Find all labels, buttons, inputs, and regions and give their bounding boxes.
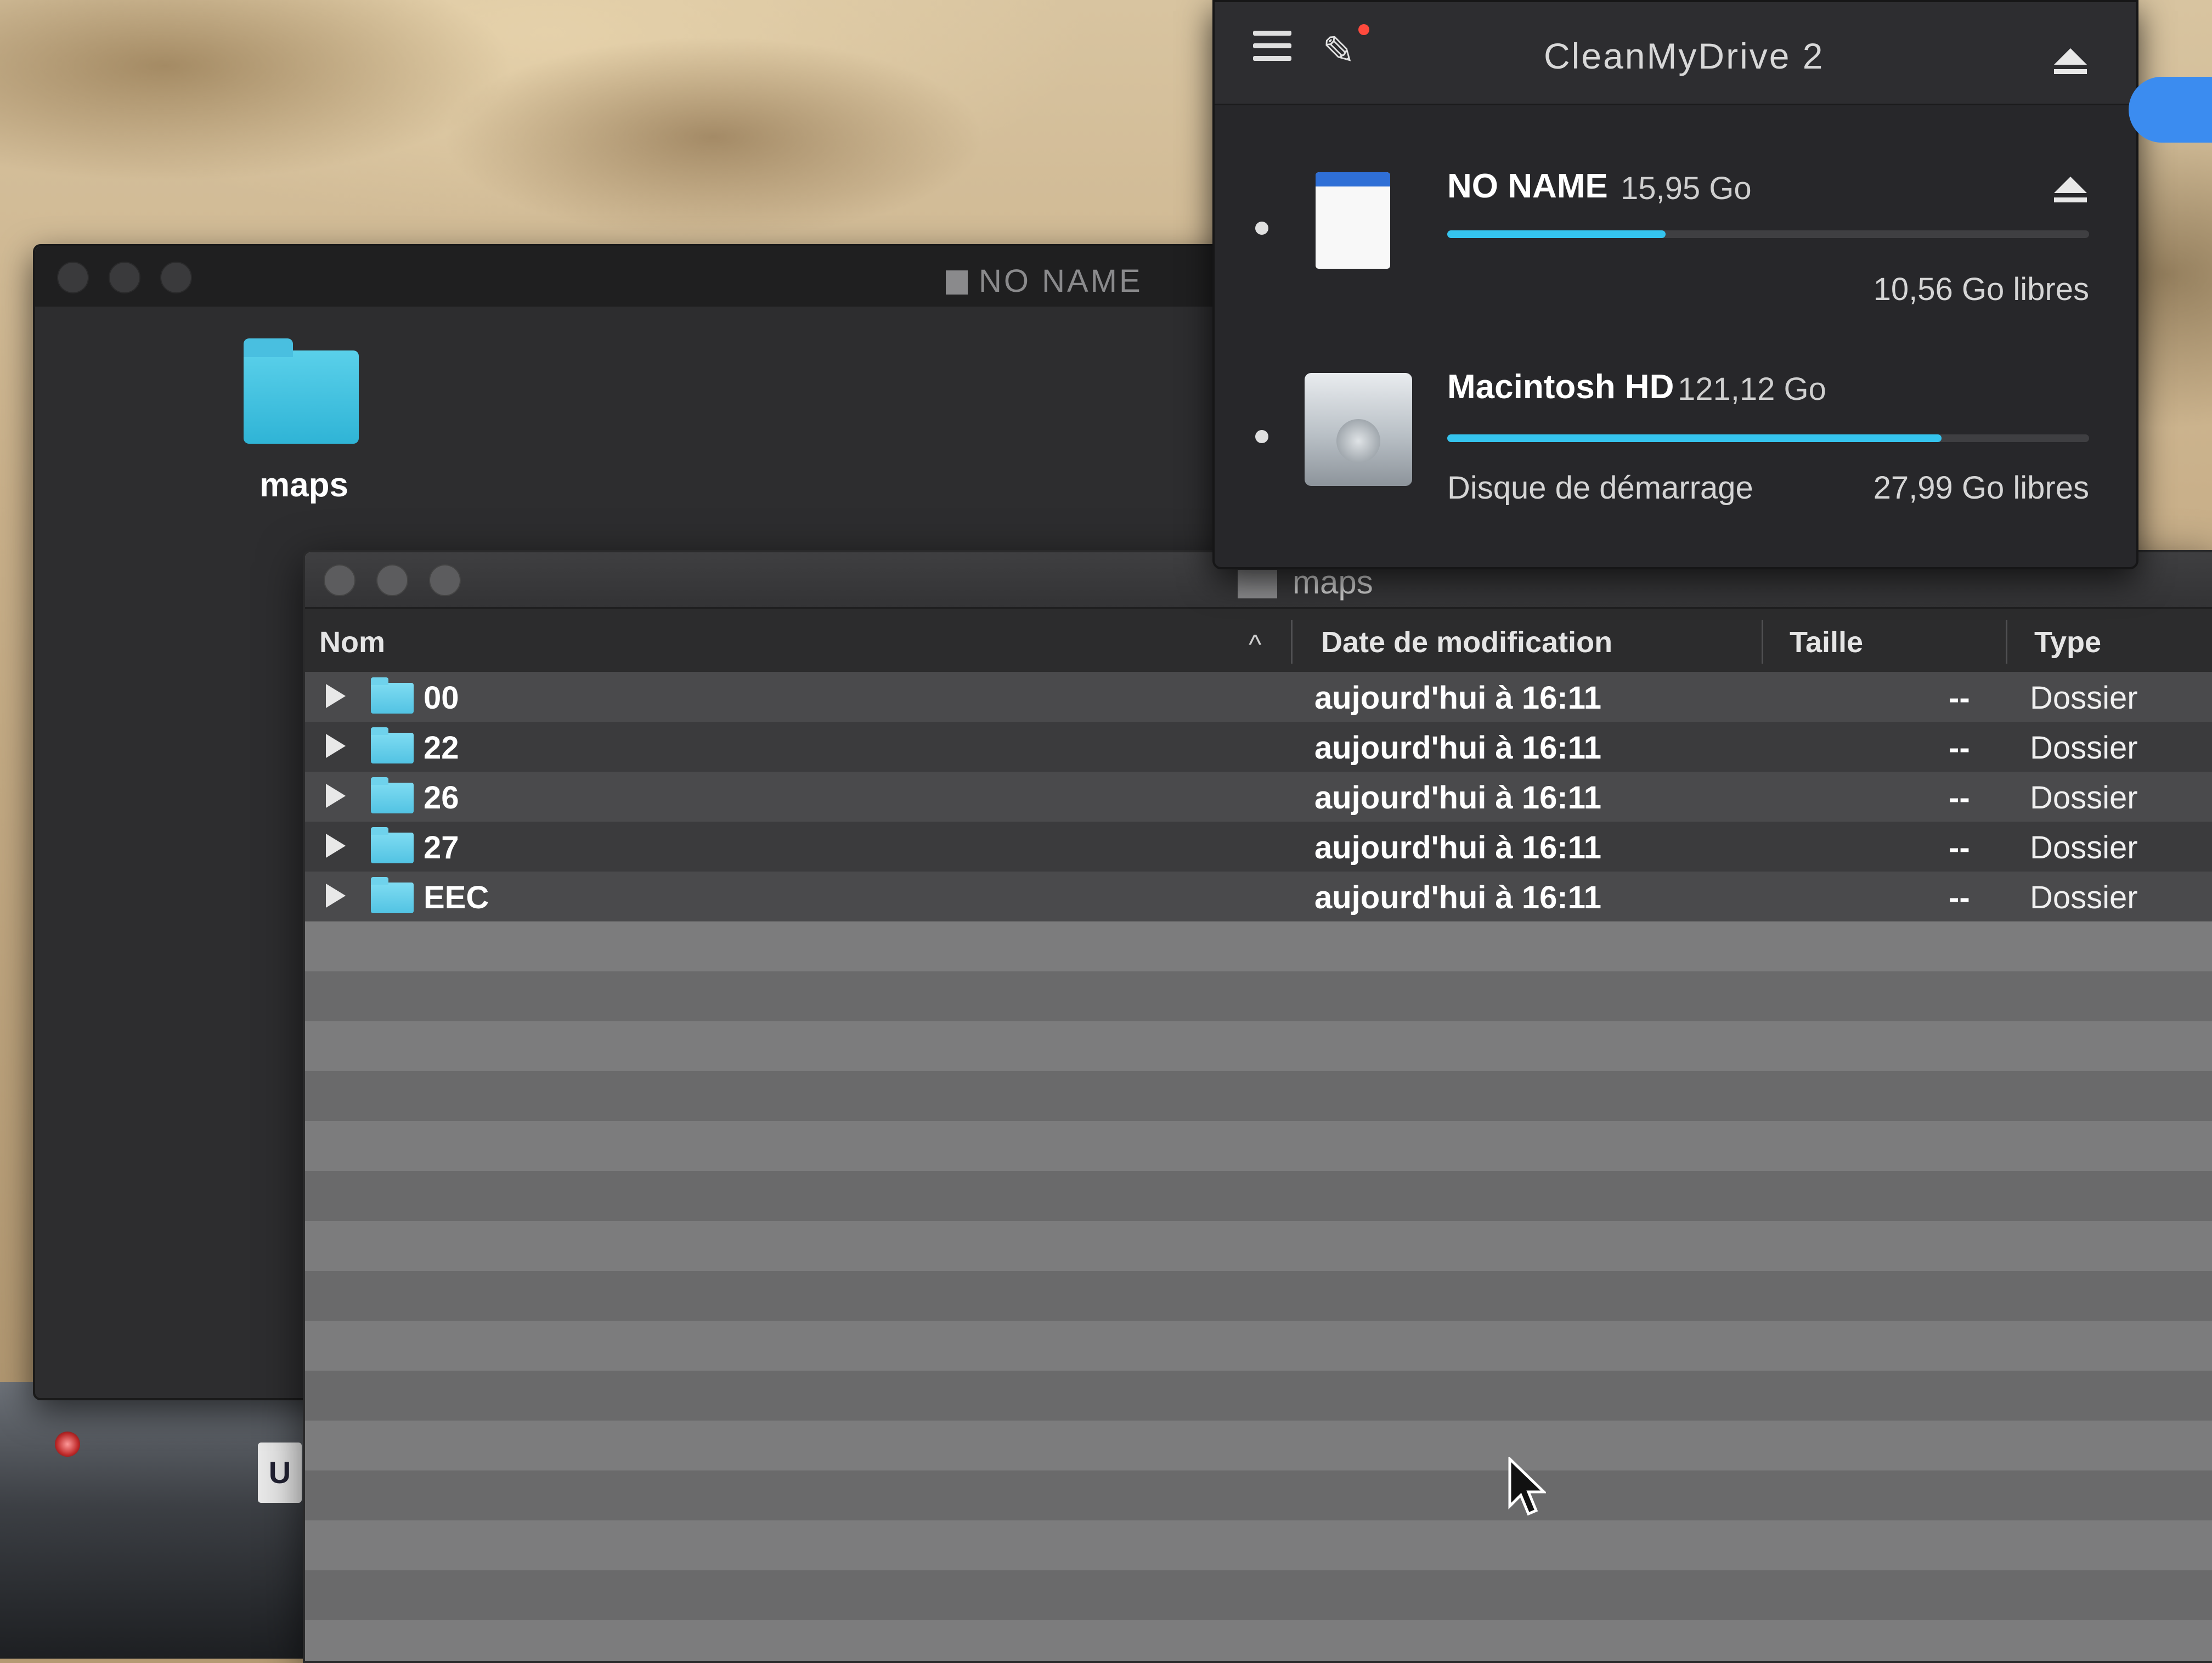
broom-icon[interactable]: ✎ xyxy=(1322,27,1355,73)
row-date: aujourd'hui à 16:11 xyxy=(1314,830,1602,866)
folder-label: maps xyxy=(259,466,348,504)
close-button[interactable] xyxy=(324,564,356,596)
row-name: 00 xyxy=(424,680,459,716)
close-button[interactable] xyxy=(57,262,89,293)
row-size: -- xyxy=(1949,880,1970,915)
photo-background xyxy=(0,1382,307,1659)
plate-label: U xyxy=(258,1443,302,1503)
folder-icon xyxy=(371,677,414,714)
folder-icon xyxy=(371,777,414,813)
column-header: Nom ^ Date de modification Taille Type xyxy=(305,609,2212,674)
folder-icon xyxy=(1238,570,1277,598)
table-row[interactable]: 00 aujourd'hui à 16:11 -- Dossier xyxy=(305,672,2212,722)
empty-list-area[interactable] xyxy=(305,921,2212,1661)
row-name: 26 xyxy=(424,780,459,816)
usage-bar xyxy=(1447,230,2089,238)
column-divider[interactable] xyxy=(2006,620,2007,664)
popover-header: ✎ CleanMyDrive 2 xyxy=(1215,2,2136,105)
drive-item-no-name[interactable]: NO NAME 15,95 Go 10,56 Go libres xyxy=(1215,123,2136,320)
column-header-date[interactable]: Date de modification xyxy=(1321,625,1612,659)
sd-card-icon xyxy=(1316,172,1390,269)
file-list: 00 aujourd'hui à 16:11 -- Dossier 22 auj… xyxy=(305,672,2212,921)
column-header-type[interactable]: Type xyxy=(2034,625,2101,659)
row-size: -- xyxy=(1949,830,1970,866)
drive-name: NO NAME xyxy=(1447,167,1608,205)
table-row[interactable]: 22 aujourd'hui à 16:11 -- Dossier xyxy=(305,722,2212,772)
status-dot xyxy=(1255,222,1268,235)
drive-capacity: 15,95 Go xyxy=(1621,171,1752,206)
free-space: 27,99 Go libres xyxy=(1873,470,2089,506)
disclosure-triangle-icon[interactable] xyxy=(326,684,346,708)
finder-window-maps[interactable]: maps Nom ^ Date de modification Taille T… xyxy=(303,550,2212,1663)
folder-item-maps[interactable]: maps xyxy=(205,334,370,510)
row-date: aujourd'hui à 16:11 xyxy=(1314,880,1602,915)
row-type: Dossier xyxy=(2030,780,2138,816)
cleanmydrive-popover: ✎ CleanMyDrive 2 NO NAME 15,95 Go 10,56 … xyxy=(1212,0,2138,569)
row-date: aujourd'hui à 16:11 xyxy=(1314,680,1602,716)
row-type: Dossier xyxy=(2030,730,2138,766)
folder-icon xyxy=(371,877,414,913)
drive-name: Macintosh HD xyxy=(1447,368,1674,406)
table-row[interactable]: 26 aujourd'hui à 16:11 -- Dossier xyxy=(305,772,2212,822)
zoom-button[interactable] xyxy=(429,564,461,596)
mouse-pointer-icon xyxy=(1508,1457,1546,1516)
row-type: Dossier xyxy=(2030,880,2138,915)
table-row[interactable]: 27 aujourd'hui à 16:11 -- Dossier xyxy=(305,822,2212,872)
drive-icon xyxy=(946,270,968,295)
row-type: Dossier xyxy=(2030,680,2138,716)
usage-bar-fill xyxy=(1447,230,1666,238)
notification-dot xyxy=(1358,24,1369,35)
row-size: -- xyxy=(1949,730,1970,766)
hamburger-menu-icon[interactable] xyxy=(1253,31,1291,64)
disclosure-triangle-icon[interactable] xyxy=(326,734,346,758)
column-divider[interactable] xyxy=(1762,620,1763,664)
drive-item-macintosh-hd[interactable]: Macintosh HD 121,12 Go Disque de démarra… xyxy=(1215,326,2136,523)
folder-icon xyxy=(371,827,414,863)
row-date: aujourd'hui à 16:11 xyxy=(1314,730,1602,766)
app-title: CleanMyDrive 2 xyxy=(1544,36,1825,76)
drive-subtitle: Disque de démarrage xyxy=(1447,470,1753,506)
disclosure-triangle-icon[interactable] xyxy=(326,884,346,908)
column-divider[interactable] xyxy=(1291,620,1293,664)
column-header-name[interactable]: Nom xyxy=(319,625,385,659)
minimize-button[interactable] xyxy=(376,564,408,596)
row-size: -- xyxy=(1949,780,1970,816)
minimize-button[interactable] xyxy=(109,262,140,293)
window-titlebar[interactable]: NO NAME xyxy=(35,246,1264,307)
row-name: 22 xyxy=(424,730,459,766)
row-size: -- xyxy=(1949,680,1970,716)
sort-ascending-icon[interactable]: ^ xyxy=(1249,629,1261,660)
disclosure-triangle-icon[interactable] xyxy=(326,834,346,858)
row-date: aujourd'hui à 16:11 xyxy=(1314,780,1602,816)
hard-drive-icon xyxy=(1305,373,1412,486)
status-dot xyxy=(1255,430,1268,443)
column-header-size[interactable]: Taille xyxy=(1790,625,1863,659)
folder-icon xyxy=(244,338,359,444)
row-name: 27 xyxy=(424,830,459,866)
row-type: Dossier xyxy=(2030,830,2138,866)
folder-icon xyxy=(371,727,414,763)
usage-bar-fill xyxy=(1447,434,1942,442)
usage-bar xyxy=(1447,434,2089,442)
window-title: NO NAME xyxy=(979,263,1143,299)
zoom-button[interactable] xyxy=(160,262,192,293)
red-light xyxy=(55,1432,80,1457)
row-name: EEC xyxy=(424,880,489,915)
free-space: 10,56 Go libres xyxy=(1873,271,2089,307)
messages-icon[interactable] xyxy=(2129,77,2212,143)
disclosure-triangle-icon[interactable] xyxy=(326,784,346,808)
table-row[interactable]: EEC aujourd'hui à 16:11 -- Dossier xyxy=(305,872,2212,921)
drive-capacity: 121,12 Go xyxy=(1678,371,1826,407)
